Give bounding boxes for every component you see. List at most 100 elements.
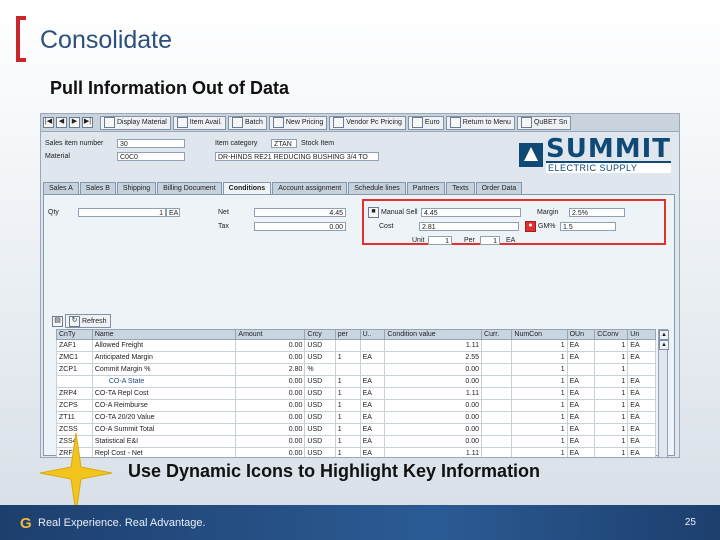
table-cell-u[interactable]: EA <box>359 435 386 448</box>
table-cell-cconv[interactable]: 1 <box>594 375 629 388</box>
table-cell-per[interactable] <box>334 363 361 376</box>
table-cell-numcon[interactable]: 1 <box>511 423 568 436</box>
table-cell-per[interactable]: 1 <box>334 387 361 400</box>
table-cell-un[interactable]: EA <box>627 435 656 448</box>
euro-button[interactable]: Euro <box>407 115 444 130</box>
scroll-up-icon[interactable]: ▲ <box>659 330 669 340</box>
table-row[interactable]: ZMC1 Anticipated Margin 0.00 USD 1 EA 2.55 1 EA 1… <box>56 351 656 364</box>
table-cell-name[interactable]: Statistical E&I <box>91 435 237 448</box>
table-cell-u[interactable]: EA <box>359 387 386 400</box>
qty-unit-field[interactable]: EA <box>166 208 180 217</box>
prev-page-icon[interactable]: ◀ <box>56 117 67 128</box>
table-cell-u[interactable]: EA <box>359 375 386 388</box>
table-cell-numcon[interactable]: 1 <box>511 447 568 457</box>
table-cell-numcon[interactable]: 1 <box>511 435 568 448</box>
table-cell-cconv[interactable]: 1 <box>594 363 629 376</box>
table-cell-un[interactable]: EA <box>627 375 656 388</box>
table-row[interactable]: ZAF1 Allowed Freight 0.00 USD 1.11 1 EA 1 EA <box>56 339 656 352</box>
batch-button[interactable]: Batch <box>227 115 267 130</box>
table-row[interactable]: ZRP4 CO-TA Repl Cost 0.00 USD 1 EA 1.11 1 EA 1 EA <box>56 387 656 400</box>
table-cell-cconv[interactable]: 1 <box>594 447 629 457</box>
table-cell-amount[interactable]: 0.00 <box>235 387 306 400</box>
table-cell-un[interactable]: EA <box>627 411 656 424</box>
table-cell-oun[interactable]: EA <box>566 435 596 448</box>
table-cell-oun[interactable]: EA <box>566 351 596 364</box>
table-cell-curr[interactable] <box>481 339 513 352</box>
new-pricing-button[interactable]: New Pricing <box>268 115 328 130</box>
table-cell-curr[interactable] <box>481 387 513 400</box>
table-cell-name[interactable]: CO-TA 20/20 Value <box>91 411 237 424</box>
table-cell-cond-value[interactable]: 1.11 <box>384 387 483 400</box>
table-cell-cnty[interactable]: ZCPS <box>56 399 93 412</box>
table-cell-numcon[interactable]: 1 <box>511 339 568 352</box>
table-cell-un[interactable]: EA <box>627 351 656 364</box>
col-per[interactable]: per <box>334 329 361 340</box>
item-category-field[interactable]: ZTAN <box>271 139 297 148</box>
table-cell-name[interactable]: Allowed Freight <box>91 339 237 352</box>
col-curr[interactable]: Curr. <box>481 329 513 340</box>
table-cell-name[interactable]: Commit Margin % <box>91 363 237 376</box>
col-condition-value[interactable]: Condition value <box>384 329 483 340</box>
tab-billing-document[interactable]: Billing Document <box>157 182 222 194</box>
col-crcy[interactable]: Crcy <box>304 329 336 340</box>
qubet-button[interactable]: QuBET Sn <box>516 115 572 130</box>
table-row[interactable]: ZCSS CO-A Summit Total 0.00 USD 1 EA 0.00 1 EA 1 E… <box>56 423 656 436</box>
table-cell-cconv[interactable]: 1 <box>594 411 629 424</box>
table-cell-per[interactable]: 1 <box>334 447 361 457</box>
table-cell-cconv[interactable]: 1 <box>594 423 629 436</box>
table-cell-curr[interactable] <box>481 447 513 457</box>
display-material-button[interactable]: Display Material <box>100 115 171 130</box>
grid-vertical-scrollbar[interactable]: ▲ ▲ ▼ ▼ <box>658 329 669 457</box>
tab-partners[interactable]: Partners <box>406 182 446 194</box>
table-cell-per[interactable]: 1 <box>334 435 361 448</box>
table-cell-cconv[interactable]: 1 <box>594 339 629 352</box>
table-cell-curr[interactable] <box>481 351 513 364</box>
qty-field[interactable]: 1 <box>78 208 166 217</box>
item-avail-button[interactable]: Item Avail. <box>172 115 226 130</box>
table-cell-per[interactable]: 1 <box>334 399 361 412</box>
col-numcon[interactable]: NumCon <box>511 329 568 340</box>
tab-schedule-lines[interactable]: Schedule lines <box>348 182 406 194</box>
table-cell-amount[interactable]: 2.80 <box>235 363 306 376</box>
table-cell-u[interactable]: EA <box>359 399 386 412</box>
table-cell-name[interactable]: CO-TA Repl Cost <box>91 387 237 400</box>
table-cell-cconv[interactable]: 1 <box>594 435 629 448</box>
table-cell-cnty[interactable]: ZCP1 <box>56 363 93 376</box>
table-cell-per[interactable]: 1 <box>334 351 361 364</box>
table-cell-curr[interactable] <box>481 411 513 424</box>
table-cell-crcy[interactable]: USD <box>304 411 336 424</box>
table-cell-curr[interactable] <box>481 399 513 412</box>
table-cell-crcy[interactable]: USD <box>304 447 336 457</box>
table-cell-crcy[interactable]: % <box>304 363 336 376</box>
table-cell-amount[interactable]: 0.00 <box>235 447 306 457</box>
sales-item-field[interactable]: 30 <box>117 139 185 148</box>
table-cell-name[interactable]: CO-A State <box>91 375 237 388</box>
table-cell-u[interactable]: EA <box>359 423 386 436</box>
table-cell-oun[interactable]: EA <box>566 339 596 352</box>
table-cell-amount[interactable]: 0.00 <box>235 375 306 388</box>
table-cell-per[interactable]: 1 <box>334 411 361 424</box>
table-cell-amount[interactable]: 0.00 <box>235 399 306 412</box>
table-cell-cond-value[interactable]: 1.11 <box>384 339 483 352</box>
table-row[interactable]: CO-A State 0.00 USD 1 EA 0.00 1 EA 1 EA <box>56 375 656 388</box>
table-cell-cnty[interactable]: ZT11 <box>56 411 93 424</box>
tab-account-assignment[interactable]: Account assignment <box>272 182 348 194</box>
tab-sales-a[interactable]: Sales A <box>43 182 79 194</box>
table-cell-crcy[interactable]: USD <box>304 423 336 436</box>
scroll-up-icon[interactable]: ▲ <box>659 340 669 350</box>
tab-shipping[interactable]: Shipping <box>116 182 157 194</box>
table-cell-u[interactable]: EA <box>359 447 386 457</box>
next-page-icon[interactable]: ▶ <box>69 117 80 128</box>
return-to-menu-button[interactable]: Return to Menu <box>445 115 515 130</box>
table-cell-u[interactable] <box>359 339 386 352</box>
table-cell-oun[interactable]: EA <box>566 375 596 388</box>
table-cell-crcy[interactable]: USD <box>304 387 336 400</box>
col-oun[interactable]: OUn <box>566 329 596 340</box>
table-cell-un[interactable] <box>627 363 656 376</box>
table-cell-cond-value[interactable]: 0.00 <box>384 375 483 388</box>
table-cell-numcon[interactable]: 1 <box>511 351 568 364</box>
table-cell-crcy[interactable]: USD <box>304 339 336 352</box>
table-cell-numcon[interactable]: 1 <box>511 411 568 424</box>
table-cell-per[interactable]: 1 <box>334 423 361 436</box>
table-cell-oun[interactable]: EA <box>566 447 596 457</box>
